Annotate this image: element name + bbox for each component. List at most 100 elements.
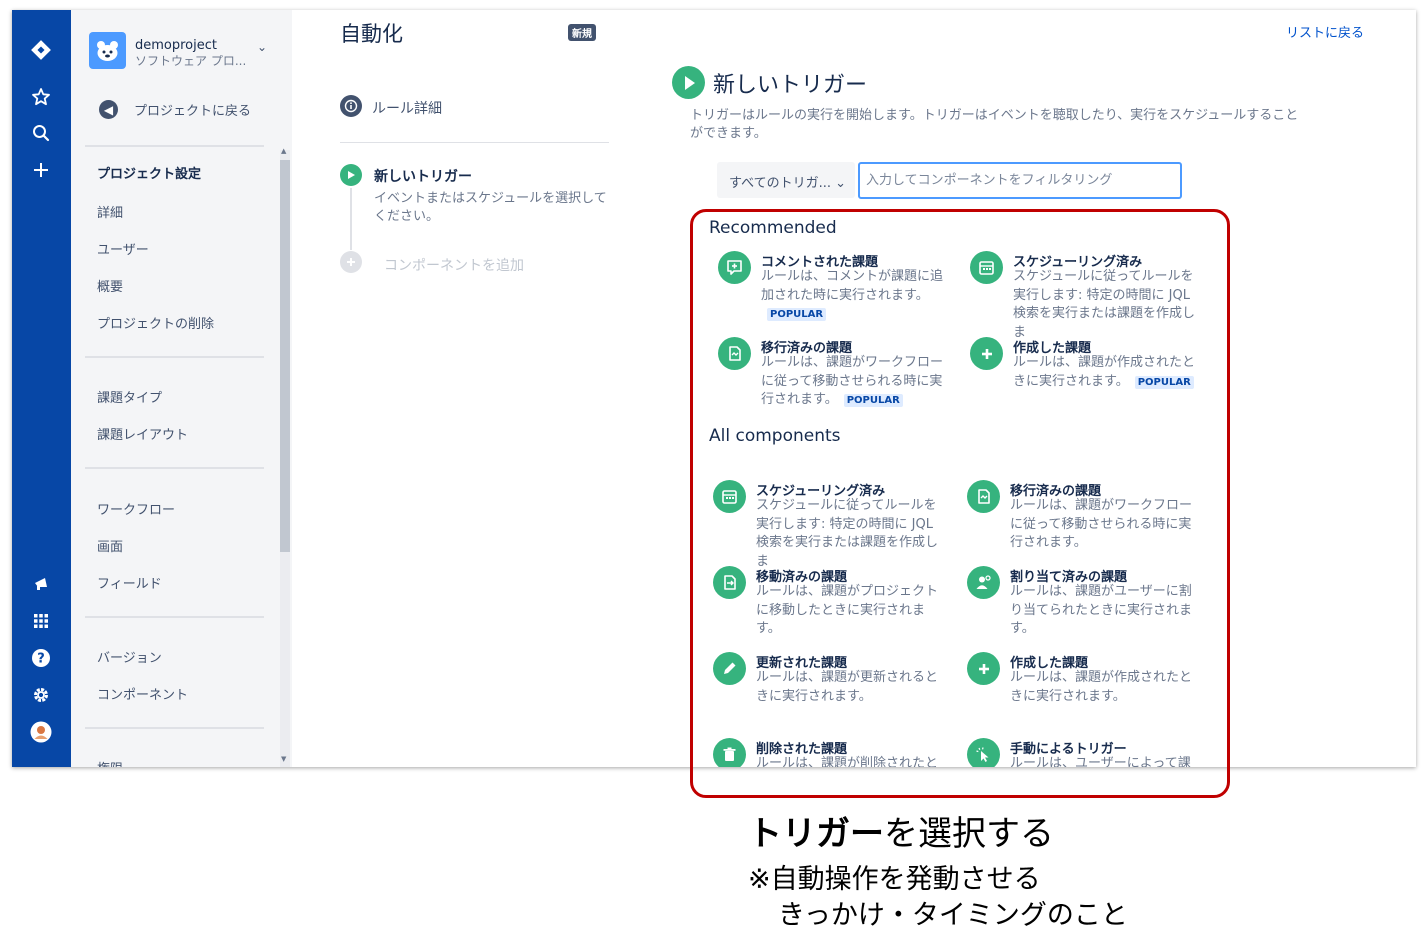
project-type: ソフトウェア プロ...: [135, 54, 245, 68]
component-card[interactable]: 削除された課題 ルールは、課題が削除されたと: [713, 738, 953, 767]
project-sidebar: demoproject ソフトウェア プロ... ⌄ ◀ プロジェクトに戻る プ…: [71, 10, 292, 767]
jira-logo-icon[interactable]: [27, 36, 55, 64]
component-card[interactable]: 手動によるトリガー ルールは、ユーザーによって課: [967, 738, 1207, 767]
component-card[interactable]: スケジューリング済み スケジュールに従ってルールを実行します: 特定の時間に J…: [970, 251, 1210, 340]
project-settings-heading: プロジェクト設定: [97, 167, 202, 182]
calendar-icon: [713, 480, 746, 513]
plus-circle-icon: [970, 337, 1003, 370]
step-new-trigger[interactable]: 新しいトリガー: [374, 166, 472, 186]
sidebar-item-workflows[interactable]: ワークフロー: [97, 499, 175, 518]
divider: [85, 727, 264, 729]
sidebar-item-details[interactable]: 詳細: [97, 202, 123, 221]
trash-icon: [713, 738, 746, 767]
calendar-icon: [970, 251, 1003, 284]
divider: [340, 142, 609, 143]
trigger-filter-select[interactable]: すべてのトリガ... ⌄: [717, 162, 855, 198]
sidebar-scrollbar-thumb[interactable]: [280, 160, 290, 552]
component-description: ルールは、コメントが課題に追加された時に実行されます。 POPULAR: [761, 268, 951, 324]
component-description: スケジュールに従ってルールを実行します: 特定の時間に JQL 検索を実行または…: [756, 498, 939, 569]
pencil-icon: [713, 652, 746, 685]
scroll-up-icon[interactable]: ▲: [281, 147, 286, 155]
popular-badge: POPULAR: [843, 394, 903, 407]
sidebar-item-versions[interactable]: バージョン: [97, 647, 162, 666]
component-card[interactable]: 移行済みの課題 ルールは、課題がワークフローに従って移動させられる時に実行されま…: [967, 480, 1207, 560]
step-new-trigger-description: イベントまたはスケジュールを選択してください。: [374, 191, 607, 224]
new-badge: 新規: [568, 24, 596, 41]
sidebar-item-issue-layout[interactable]: 課題レイアウト: [97, 424, 188, 443]
component-card[interactable]: 割り当て済みの課題 ルールは、課題がユーザーに割り当てられたときに実行されます。: [967, 566, 1207, 646]
component-description: ルールは、課題が作成されたときに実行されます。: [1010, 670, 1193, 704]
assign-icon: [967, 566, 1000, 599]
component-description-text: ルールは、コメントが課題に追加された時に実行されます。: [761, 269, 944, 303]
sidebar-item-components[interactable]: コンポーネント: [97, 684, 188, 703]
component-card[interactable]: 作成した課題 ルールは、課題が作成されたときに実行されます。 POPULAR: [970, 337, 1210, 417]
sidebar-item-users[interactable]: ユーザー: [97, 239, 149, 258]
component-card[interactable]: コメントされた課題 ルールは、コメントが課題に追加された時に実行されます。POP…: [718, 251, 958, 331]
plus-circle-icon: [967, 652, 1000, 685]
caption-note-line2: きっかけ・タイミングのこと: [778, 900, 1128, 931]
caption-note-line1: ※自動操作を発動させる: [748, 864, 1041, 895]
caption-title: トリガーを選択する: [748, 814, 1054, 854]
divider: [85, 616, 264, 618]
project-avatar[interactable]: [89, 32, 126, 69]
chevron-down-icon[interactable]: ⌄: [257, 40, 267, 54]
move-icon: [713, 566, 746, 599]
plus-icon[interactable]: [27, 156, 55, 184]
component-description: ルールは、ユーザーによって課: [1010, 756, 1191, 767]
search-icon[interactable]: [27, 119, 55, 147]
help-icon[interactable]: ?: [27, 644, 55, 672]
app-window: ? demoproject ソフトウェア プロ... ⌄ ◀ プロジェクトに戻る…: [12, 10, 1416, 767]
caption-title-bold: トリガー: [748, 814, 884, 854]
avatar-icon[interactable]: [27, 718, 55, 746]
sidebar-item-summary[interactable]: 概要: [97, 276, 123, 295]
sidebar-item-screens[interactable]: 画面: [97, 536, 123, 555]
divider: [85, 356, 264, 358]
play-icon: [672, 66, 705, 99]
sidebar-item-permissions[interactable]: 権限: [97, 758, 123, 767]
component-filter-input[interactable]: [858, 162, 1182, 199]
component-description: ルールは、課題がワークフローに従って移動させられる時に実行されます。: [1010, 498, 1193, 550]
step-rule-detail[interactable]: ルール詳細: [372, 98, 442, 118]
popular-badge: POPULAR: [1134, 375, 1194, 389]
play-icon: [340, 164, 362, 186]
component-description: ルールは、課題がワークフローに従って移動させられる時に実行されます。 POPULA…: [761, 354, 951, 410]
divider: [85, 467, 264, 469]
sidebar-item-fields[interactable]: フィールド: [97, 573, 162, 592]
megaphone-icon[interactable]: [27, 570, 55, 598]
component-description: ルールは、課題が作成されたときに実行されます。 POPULAR: [1013, 354, 1203, 391]
component-card[interactable]: 作成した課題 ルールは、課題が作成されたときに実行されます。: [967, 652, 1207, 732]
back-to-project-button[interactable]: ◀ プロジェクトに戻る: [99, 100, 251, 119]
popular-badge: POPULAR: [767, 308, 827, 321]
component-description: ルールは、課題がプロジェクトに移動したときに実行されます。: [756, 584, 939, 636]
component-description: ルールは、課題が更新されるときに実行されます。: [756, 670, 939, 704]
component-card[interactable]: 移行済みの課題 ルールは、課題がワークフローに従って移動させられる時に実行されま…: [718, 337, 958, 417]
panel-title: 新しいトリガー: [713, 73, 868, 98]
info-icon: [340, 95, 362, 117]
component-description: スケジュールに従ってルールを実行します: 特定の時間に JQL 検索を実行または…: [1013, 269, 1196, 340]
divider: [85, 145, 264, 147]
app-switcher-icon[interactable]: [27, 607, 55, 635]
scroll-down-icon[interactable]: ▼: [281, 755, 286, 763]
component-card[interactable]: スケジューリング済み スケジュールに従ってルールを実行します: 特定の時間に J…: [713, 480, 953, 569]
all-components-heading: All components: [709, 426, 841, 446]
project-name[interactable]: demoproject: [135, 38, 217, 53]
comment-icon: [718, 251, 751, 284]
transition-icon: [718, 337, 751, 370]
recommended-heading: Recommended: [709, 218, 837, 238]
pointer-icon: [967, 738, 1000, 767]
transition-icon: [967, 480, 1000, 513]
component-description: ルールは、課題が削除されたと: [756, 756, 939, 767]
panel-description: トリガーはルールの実行を開始します。トリガーはイベントを聴取したり、実行をスケジ…: [690, 108, 1299, 141]
component-description: ルールは、課題がユーザーに割り当てられたときに実行されます。: [1010, 584, 1193, 636]
component-card[interactable]: 移動済みの課題 ルールは、課題がプロジェクトに移動したときに実行されます。: [713, 566, 953, 646]
page-title: 自動化: [340, 22, 403, 46]
component-card[interactable]: 更新された課題 ルールは、課題が更新されるときに実行されます。: [713, 652, 953, 732]
back-to-list-link[interactable]: リストに戻る: [1286, 22, 1364, 41]
settings-icon[interactable]: [27, 681, 55, 709]
step-add-component: コンポーネントを追加: [384, 258, 524, 274]
sidebar-item-delete-project[interactable]: プロジェクトの削除: [97, 313, 214, 332]
sidebar-item-issue-types[interactable]: 課題タイプ: [97, 387, 162, 406]
star-icon[interactable]: [27, 83, 55, 111]
arrow-left-icon: ◀: [99, 100, 118, 119]
plus-icon: [340, 251, 362, 273]
